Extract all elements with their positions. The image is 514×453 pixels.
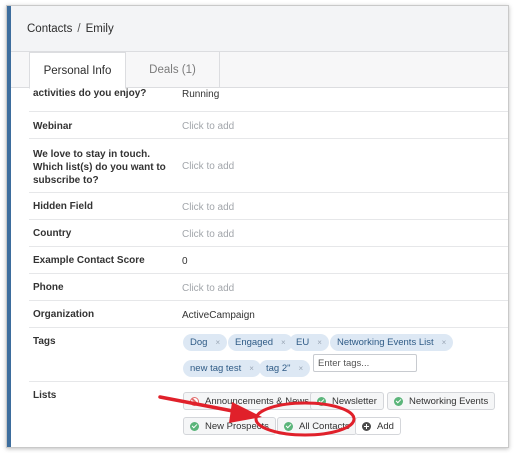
field-list: activities do you enjoy? Running Webinar… — [29, 88, 508, 447]
field-value[interactable]: Click to add — [182, 282, 234, 295]
tab-personal-info[interactable]: Personal Info — [29, 52, 126, 89]
tab-bar: Personal Info Deals (1) — [11, 52, 508, 89]
remove-tag-icon[interactable]: × — [249, 364, 254, 373]
field-row-webinar: Webinar Click to add — [29, 112, 508, 139]
field-row-phone: Phone Click to add — [29, 274, 508, 301]
tag-chip: EU × — [289, 334, 329, 351]
list-label: Networking Events — [409, 395, 489, 407]
field-label: Webinar — [33, 121, 73, 132]
field-label: Country — [33, 228, 72, 239]
tag-chip: Dog × — [183, 334, 228, 351]
field-row-activities: activities do you enjoy? Running — [29, 88, 508, 112]
field-row-country: Country Click to add — [29, 220, 508, 247]
breadcrumb-contacts-link[interactable]: Contacts — [27, 23, 72, 35]
remove-tag-icon[interactable]: × — [317, 338, 322, 347]
breadcrumb-current: Emily — [85, 22, 114, 35]
add-list-label: Add — [377, 420, 394, 432]
enter-tags-input[interactable] — [313, 354, 417, 372]
ban-icon — [190, 396, 199, 406]
list-label: All Contacts — [299, 420, 350, 432]
tag-label[interactable]: EU — [296, 337, 309, 348]
field-label: Hidden Field — [33, 201, 93, 212]
list-pill-announcements[interactable]: Announcements & News — [183, 392, 317, 410]
remove-tag-icon[interactable]: × — [299, 364, 304, 373]
field-label: Phone — [33, 282, 64, 293]
tab-deals[interactable]: Deals (1) — [126, 52, 220, 88]
check-circle-icon — [190, 421, 199, 431]
tag-label[interactable]: Dog — [190, 337, 207, 348]
remove-tag-icon[interactable]: × — [442, 338, 447, 347]
plus-circle-icon — [362, 421, 371, 431]
remove-tag-icon[interactable]: × — [281, 338, 286, 347]
list-pill-all-contacts[interactable]: All Contacts — [277, 417, 357, 435]
tag-label[interactable]: Networking Events List — [337, 337, 434, 348]
field-value[interactable]: Click to add — [182, 201, 234, 214]
field-label: Example Contact Score — [33, 255, 145, 266]
tag-label[interactable]: tag 2" — [266, 363, 291, 374]
field-value[interactable]: Running — [182, 88, 219, 101]
field-label: Lists — [33, 390, 57, 401]
field-row-hidden-field: Hidden Field Click to add — [29, 193, 508, 220]
tag-chip: tag 2" × — [259, 360, 311, 377]
tag-chip: Engaged × — [228, 334, 293, 351]
tag-label[interactable]: new tag test — [190, 363, 241, 374]
add-list-button[interactable]: Add — [355, 417, 401, 435]
remove-tag-icon[interactable]: × — [215, 338, 220, 347]
check-circle-icon — [394, 396, 403, 406]
breadcrumb-separator: / — [77, 22, 81, 35]
list-label: Newsletter — [332, 395, 377, 407]
check-circle-icon — [317, 396, 326, 406]
tag-chip: new tag test × — [183, 360, 261, 377]
breadcrumb: Contacts / Emily — [11, 6, 508, 52]
field-row-contact-score: Example Contact Score 0 — [29, 247, 508, 274]
list-pill-new-prospects[interactable]: New Prospects — [183, 417, 276, 435]
field-value[interactable]: Click to add — [182, 228, 234, 241]
field-label: Tags — [33, 336, 56, 347]
list-label: New Prospects — [205, 420, 269, 432]
field-row-organization: Organization ActiveCampaign — [29, 301, 508, 328]
field-value[interactable]: Click to add — [182, 160, 234, 173]
field-value[interactable]: 0 — [182, 255, 188, 268]
field-label: Organization — [33, 309, 95, 320]
list-label: Announcements & News — [205, 395, 310, 407]
field-value[interactable]: Click to add — [182, 120, 234, 133]
check-circle-icon — [284, 421, 293, 431]
tag-label[interactable]: Engaged — [235, 337, 273, 348]
field-label: We love to stay in touch. Which list(s) … — [33, 149, 166, 186]
list-pill-newsletter[interactable]: Newsletter — [310, 392, 384, 410]
field-label: activities do you enjoy? — [33, 88, 147, 99]
contact-panel: Contacts / Emily Personal Info Deals (1)… — [6, 5, 509, 448]
field-value[interactable]: ActiveCampaign — [182, 309, 255, 322]
list-pill-networking-events[interactable]: Networking Events — [387, 392, 496, 410]
field-row-subscribe-lists: We love to stay in touch. Which list(s) … — [29, 139, 508, 193]
tag-chip: Networking Events List × — [330, 334, 454, 351]
